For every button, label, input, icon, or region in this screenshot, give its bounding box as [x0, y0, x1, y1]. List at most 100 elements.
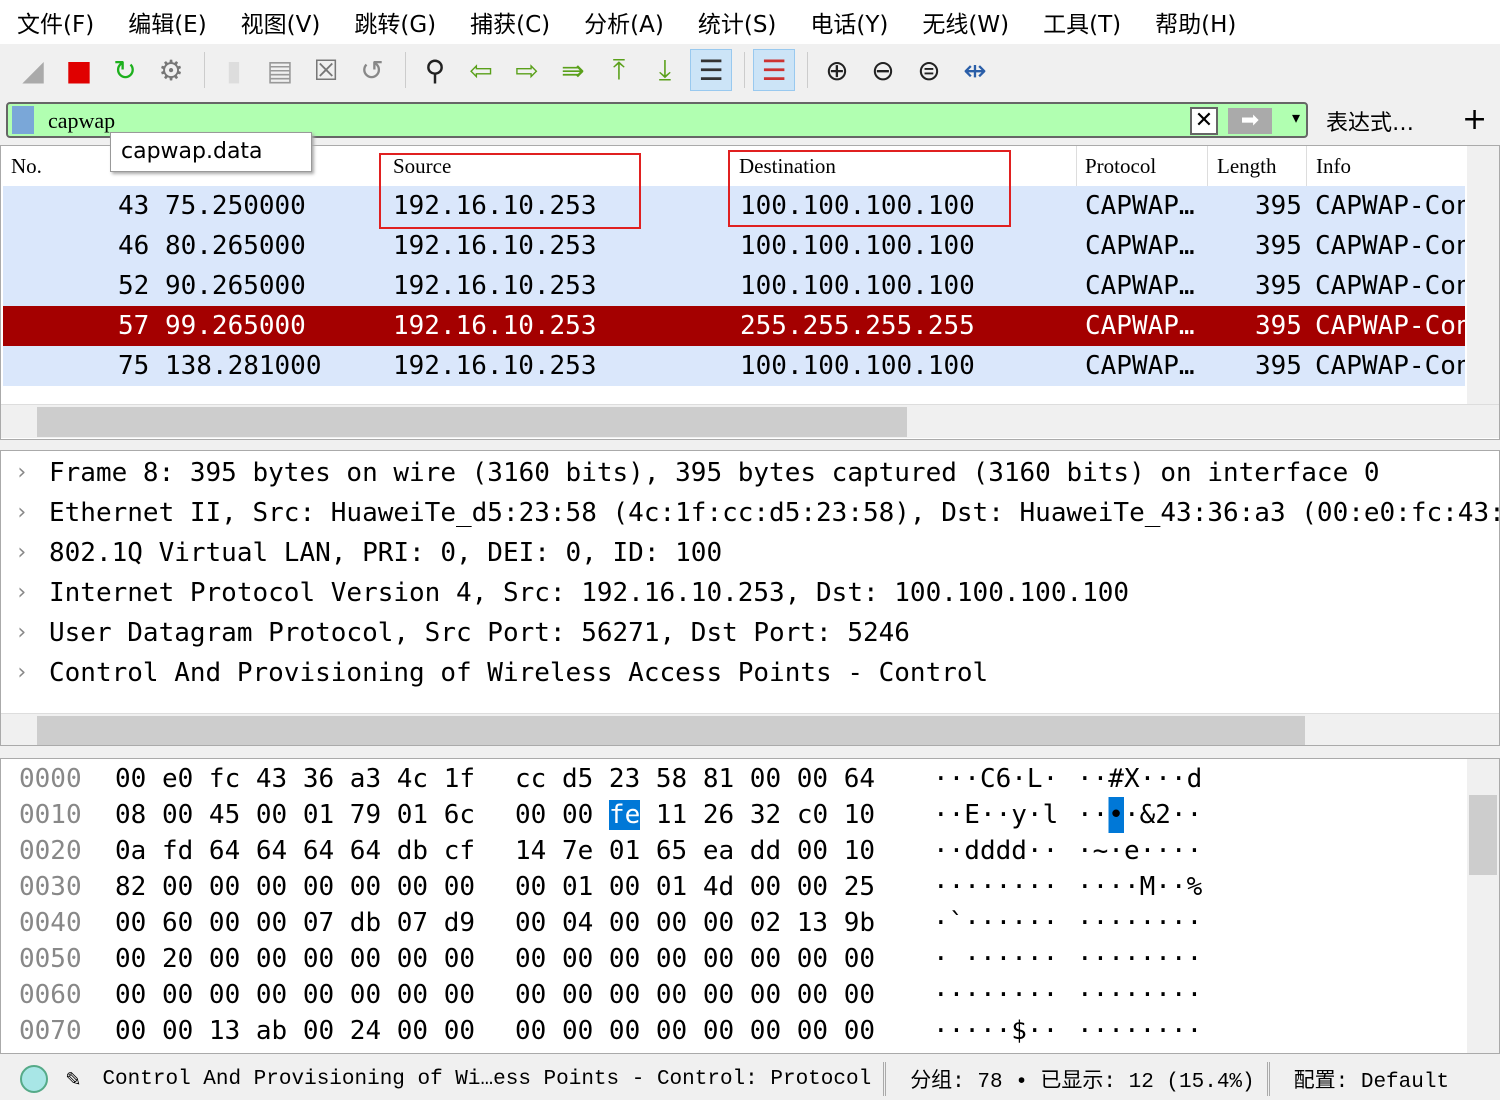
- expand-chevron-icon[interactable]: ›: [15, 573, 28, 613]
- menu-item-8[interactable]: 无线(W): [905, 5, 1026, 39]
- expand-chevron-icon[interactable]: ›: [15, 653, 28, 693]
- ascii-bytes[interactable]: ·····$··: [933, 1013, 1058, 1049]
- packet-list-horizontal-scrollbar[interactable]: [1, 404, 1499, 438]
- bytes-vertical-scrollbar[interactable]: [1467, 759, 1499, 1053]
- menu-item-1[interactable]: 编辑(E): [111, 5, 223, 39]
- hex-row[interactable]: 0050 00 20 00 00 00 00 00 00 00 00 00 00 0…: [1, 941, 1461, 977]
- hex-row[interactable]: 0040 00 60 00 00 07 db 07 d9 00 04 00 00 0…: [1, 905, 1461, 941]
- hex-bytes[interactable]: 00 00 00 00 00 00 00 00: [515, 977, 875, 1013]
- hex-bytes[interactable]: 00 00 13 ab 00 24 00 00: [115, 1013, 475, 1049]
- filter-autocomplete-item[interactable]: capwap.data: [110, 132, 312, 172]
- shark-fin-start-icon[interactable]: ◢: [12, 49, 54, 91]
- ascii-bytes[interactable]: ·`······: [933, 905, 1058, 941]
- clear-filter-button[interactable]: ✕: [1190, 107, 1218, 135]
- byte[interactable]: 11: [656, 800, 687, 830]
- detail-tree-item[interactable]: › Control And Provisioning of Wireless Ac…: [1, 653, 1499, 693]
- save-file-icon[interactable]: ▤: [259, 49, 301, 91]
- hex-row[interactable]: 00 10 08 00 45 00 01 79 01 6c 00 00 fe 11 2…: [1, 797, 1461, 833]
- packet-list-vertical-scrollbar[interactable]: [1467, 146, 1499, 404]
- hex-bytes[interactable]: 00 e0 fc 43 36 a3 4c 1f: [115, 761, 475, 797]
- selected-byte[interactable]: fe: [608, 800, 641, 830]
- last-packet-icon[interactable]: ⤓: [644, 49, 686, 91]
- ascii-bytes[interactable]: ····M··%: [1077, 869, 1202, 905]
- ascii-bytes[interactable]: ········: [933, 869, 1058, 905]
- hex-row[interactable]: 0030 82 00 00 00 00 00 00 00 00 01 00 01 4…: [1, 869, 1461, 905]
- hex-bytes[interactable]: 00 00 00 00 00 00 00 00: [515, 1013, 875, 1049]
- hex-bytes[interactable]: 00 04 00 00 00 02 13 9b: [515, 905, 875, 941]
- detail-tree-item[interactable]: › Internet Protocol Version 4, Src: 192.1…: [1, 573, 1499, 613]
- packet-row[interactable]: 57 99.265000 192.16.10.253 255.255.255.255…: [3, 306, 1465, 346]
- reload-file-icon[interactable]: ↺: [351, 49, 393, 91]
- ascii-bytes[interactable]: ···C6·L·: [933, 761, 1058, 797]
- ascii-bytes[interactable]: ··•·&2··: [1077, 797, 1203, 833]
- expand-chevron-icon[interactable]: ›: [15, 613, 28, 653]
- expand-chevron-icon[interactable]: ›: [15, 493, 28, 533]
- hex-bytes[interactable]: 00 00 fe 11 26 32 c0 10: [515, 797, 875, 833]
- go-forward-icon[interactable]: ⇨: [506, 49, 548, 91]
- hex-row[interactable]: 0070 00 00 13 ab 00 24 00 00 00 00 00 00 0…: [1, 1013, 1461, 1049]
- hex-bytes[interactable]: 14 7e 01 65 ea dd 00 10: [515, 833, 875, 869]
- packet-row[interactable]: 75 138.281000 192.16.10.253 100.100.100.10…: [3, 346, 1465, 386]
- menu-item-3[interactable]: 跳转(G): [337, 5, 453, 39]
- go-back-icon[interactable]: ⇦: [460, 49, 502, 91]
- capture-comment-icon[interactable]: ✎: [66, 1064, 80, 1094]
- menu-item-9[interactable]: 工具(T): [1026, 5, 1138, 39]
- hex-bytes[interactable]: 00 01 00 01 4d 00 00 25: [515, 869, 875, 905]
- hex-row[interactable]: 0020 0a fd 64 64 64 64 db cf 14 7e 01 65 e…: [1, 833, 1461, 869]
- menu-item-10[interactable]: 帮助(H): [1138, 5, 1253, 39]
- close-file-icon[interactable]: ☒: [305, 49, 347, 91]
- resize-columns-icon[interactable]: ⇹: [954, 49, 996, 91]
- capture-options-gear-icon[interactable]: ⚙: [150, 49, 192, 91]
- stop-icon[interactable]: ■: [58, 49, 100, 91]
- zoom-in-icon[interactable]: ⊕: [816, 49, 858, 91]
- packet-row[interactable]: 46 80.265000 192.16.10.253 100.100.100.100…: [3, 226, 1465, 266]
- menu-item-7[interactable]: 电话(Y): [793, 5, 905, 39]
- byte[interactable]: 00: [562, 800, 593, 830]
- byte[interactable]: 26: [703, 800, 734, 830]
- expert-info-icon[interactable]: [20, 1065, 48, 1093]
- column-header-no[interactable]: No.: [11, 154, 42, 179]
- hex-bytes[interactable]: 00 00 00 00 00 00 00 00: [115, 977, 475, 1013]
- hex-bytes[interactable]: 00 60 00 00 07 db 07 d9: [115, 905, 475, 941]
- bookmark-icon[interactable]: [12, 106, 34, 134]
- filter-history-dropdown[interactable]: ▾: [1292, 108, 1300, 127]
- ascii-bytes[interactable]: ········: [1077, 977, 1202, 1013]
- ascii-bytes[interactable]: ··dddd··: [933, 833, 1058, 869]
- hex-bytes[interactable]: 08 00 45 00 01 79 01 6c: [115, 797, 475, 833]
- status-profile[interactable]: 配置: Default: [1294, 1064, 1449, 1094]
- hex-bytes[interactable]: 00 20 00 00 00 00 00 00: [115, 941, 475, 977]
- hex-bytes[interactable]: 0a fd 64 64 64 64 db cf: [115, 833, 475, 869]
- restart-icon[interactable]: ↻: [104, 49, 146, 91]
- expression-button[interactable]: 表达式…: [1326, 105, 1414, 137]
- column-header-length[interactable]: Length: [1217, 154, 1276, 179]
- byte[interactable]: 00: [515, 800, 546, 830]
- ascii-bytes[interactable]: ·~·e····: [1077, 833, 1202, 869]
- ascii-bytes[interactable]: ··E··y·l: [933, 797, 1058, 833]
- column-header-protocol[interactable]: Protocol: [1085, 154, 1156, 179]
- detail-tree-item[interactable]: › User Datagram Protocol, Src Port: 56271…: [1, 613, 1499, 653]
- menu-item-0[interactable]: 文件(F): [0, 5, 111, 39]
- expand-chevron-icon[interactable]: ›: [15, 533, 28, 573]
- ascii-bytes[interactable]: ········: [933, 977, 1058, 1013]
- byte[interactable]: 10: [844, 800, 875, 830]
- column-header-info[interactable]: Info: [1316, 154, 1351, 179]
- hex-bytes[interactable]: 82 00 00 00 00 00 00 00: [115, 869, 475, 905]
- ascii-bytes[interactable]: ········: [1077, 905, 1202, 941]
- open-file-icon[interactable]: ▮: [213, 49, 255, 91]
- expand-chevron-icon[interactable]: ›: [15, 453, 28, 493]
- hex-bytes[interactable]: cc d5 23 58 81 00 00 64: [515, 761, 875, 797]
- ascii-bytes[interactable]: · ······: [933, 941, 1058, 977]
- find-packet-icon[interactable]: ⚲: [414, 49, 456, 91]
- display-filter-input[interactable]: capwap: [48, 108, 115, 134]
- byte[interactable]: 32: [750, 800, 781, 830]
- autoscroll-icon[interactable]: ☰: [690, 49, 732, 91]
- detail-tree-item[interactable]: › 802.1Q Virtual LAN, PRI: 0, DEI: 0, ID:…: [1, 533, 1499, 573]
- menu-item-6[interactable]: 统计(S): [681, 5, 794, 39]
- ascii-bytes[interactable]: ········: [1077, 941, 1202, 977]
- add-filter-button[interactable]: +: [1462, 102, 1487, 137]
- detail-tree-item[interactable]: › Frame 8: 395 bytes on wire (3160 bits),…: [1, 453, 1499, 493]
- apply-filter-button[interactable]: ➡: [1228, 108, 1272, 134]
- zoom-reset-icon[interactable]: ⊜: [908, 49, 950, 91]
- menu-item-5[interactable]: 分析(A): [567, 5, 681, 39]
- packet-row[interactable]: 52 90.265000 192.16.10.253 100.100.100.100…: [3, 266, 1465, 306]
